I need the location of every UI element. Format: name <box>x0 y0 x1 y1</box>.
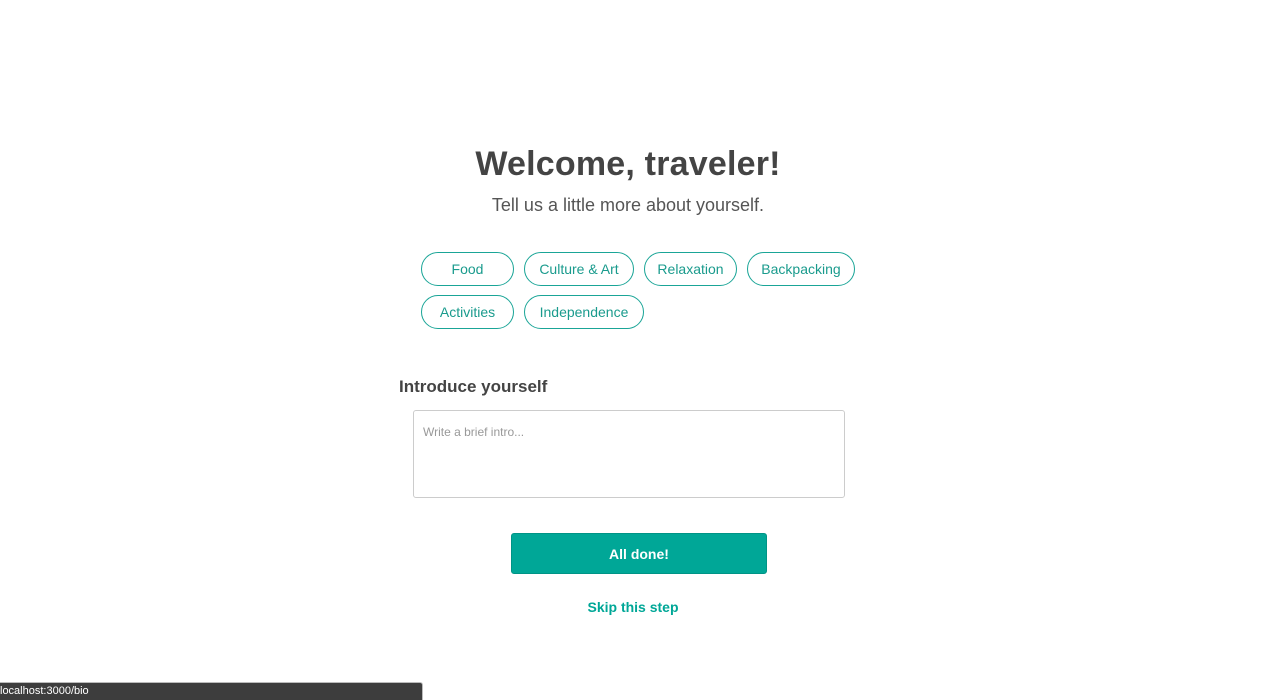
tag-activities-button[interactable]: Activities <box>421 295 514 329</box>
intro-textarea[interactable] <box>413 410 845 498</box>
tag-independence-button[interactable]: Independence <box>524 295 644 329</box>
interest-tags: Food Culture & Art Relaxation Backpackin… <box>421 252 871 338</box>
page-title: Welcome, traveler! <box>475 145 781 183</box>
all-done-button[interactable]: All done! <box>511 533 767 574</box>
tag-backpacking-button[interactable]: Backpacking <box>747 252 855 286</box>
tag-food-button[interactable]: Food <box>421 252 514 286</box>
page-subtitle: Tell us a little more about yourself. <box>491 195 765 215</box>
interest-tags-row-2: Activities Independence <box>421 295 871 329</box>
tag-relaxation-button[interactable]: Relaxation <box>644 252 737 286</box>
tag-culture-art-button[interactable]: Culture & Art <box>524 252 634 286</box>
interest-tags-row-1: Food Culture & Art Relaxation Backpackin… <box>421 252 871 286</box>
intro-label: Introduce yourself <box>399 377 548 396</box>
skip-step-container: Skip this step <box>0 599 1266 615</box>
bio-page: Welcome, traveler! Tell us a little more… <box>0 0 1276 700</box>
status-url: localhost:3000/bio <box>0 685 89 697</box>
skip-step-link[interactable]: Skip this step <box>587 599 678 615</box>
browser-status-bar: localhost:3000/bio <box>0 682 423 700</box>
